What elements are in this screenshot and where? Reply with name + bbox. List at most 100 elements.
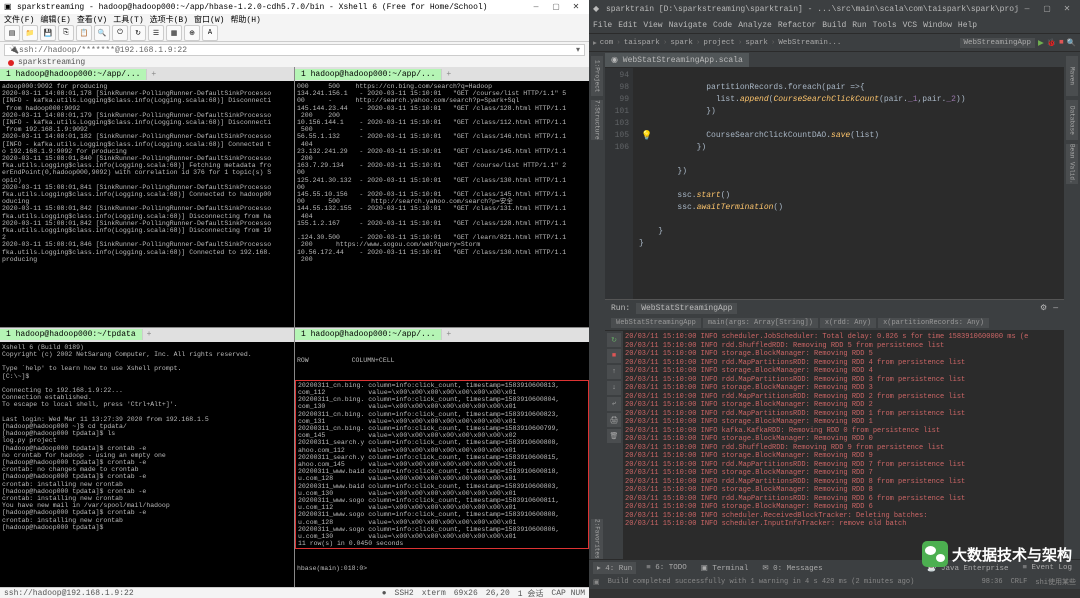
structure-tool[interactable]: 7:Structure xyxy=(591,100,603,140)
idea-titlebar[interactable]: ◆ sparktrain [D:\sparkstreaming\sparktra… xyxy=(589,0,1080,18)
menu-view[interactable]: 查看(V) xyxy=(77,14,107,25)
menu-refactor[interactable]: Refactor xyxy=(778,21,816,30)
crumb-project[interactable]: project xyxy=(703,39,735,47)
add-tab-icon[interactable]: + xyxy=(442,70,455,79)
editor-tab[interactable]: ◉ WebStatStreamingApp.scala xyxy=(605,53,749,67)
menu-help[interactable]: 帮助(H) xyxy=(230,14,260,25)
minimize-button[interactable]: — xyxy=(1018,2,1036,16)
terminal-output[interactable]: ROW COLUMN+CELL 20200311_cn.bing. column… xyxy=(295,342,589,588)
menu-help[interactable]: Help xyxy=(958,21,977,30)
code-content[interactable]: partitionRecords.foreach(pair =>{ list.a… xyxy=(633,68,1064,299)
settings-icon[interactable]: ⚙ xyxy=(1040,303,1047,313)
search-all-icon[interactable]: 🔍 xyxy=(1067,38,1076,48)
intention-bulb-icon[interactable]: 💡 xyxy=(641,130,652,142)
print-icon[interactable]: 🖨 xyxy=(607,413,621,427)
status-pos[interactable]: 98:36 xyxy=(982,578,1003,586)
bean-validation-tool[interactable]: Bean Valid. xyxy=(1066,144,1078,184)
maximize-button[interactable]: ▢ xyxy=(547,0,565,14)
menu-file[interactable]: File xyxy=(593,21,612,30)
save-icon[interactable]: 💾 xyxy=(40,25,56,41)
run-app[interactable]: WebStatStreamingApp xyxy=(636,303,737,314)
frame-tab[interactable]: x(rdd: Any) xyxy=(820,318,876,328)
copy-icon[interactable]: ⎘ xyxy=(58,25,74,41)
menu-tools[interactable]: Tools xyxy=(873,21,897,30)
terminal-output[interactable]: Xshell 6 (Build 0189) Copyright (c) 2002… xyxy=(0,342,294,588)
tab-session[interactable]: 1 hadoop@hadoop000:~/app/... xyxy=(295,69,442,80)
frame-tab[interactable]: WebStatStreamingApp xyxy=(611,318,701,328)
zoom-icon[interactable]: ⊕ xyxy=(184,25,200,41)
menu-window[interactable]: Window xyxy=(923,21,952,30)
stop-icon[interactable]: ■ xyxy=(1059,39,1064,47)
terminal-output[interactable]: adoop000:9092 for producing 2020-03-11 1… xyxy=(0,81,294,327)
props-icon[interactable]: ☰ xyxy=(148,25,164,41)
layout-icon[interactable]: ▦ xyxy=(166,25,182,41)
open-icon[interactable]: 📁 xyxy=(22,25,38,41)
menu-run[interactable]: Run xyxy=(852,21,866,30)
menu-edit[interactable]: Edit xyxy=(618,21,637,30)
tab-session[interactable]: 1 hadoop@hadoop000:~/tpdata xyxy=(0,329,143,340)
favorites-tool[interactable]: 2:Favorites xyxy=(591,519,603,559)
crumb-file[interactable]: WebStreamin... xyxy=(778,39,841,47)
maximize-button[interactable]: ▢ xyxy=(1038,2,1056,16)
terminal-output[interactable]: 000 500 https://cn.bing.com/search?q=Had… xyxy=(295,81,589,327)
status-icon[interactable]: ▣ xyxy=(593,578,600,587)
close-button[interactable]: ✕ xyxy=(1058,2,1076,16)
run-output: ↻ ■ ↑ ↓ ⤶ 🖨 🗑 20/03/11 15:10:00 INFO sch… xyxy=(605,331,1064,559)
add-tab-icon[interactable]: + xyxy=(442,330,455,339)
up-icon[interactable]: ↑ xyxy=(607,365,621,379)
debug-icon[interactable]: 🐞 xyxy=(1047,38,1056,48)
status-charset[interactable]: shi使用某些 xyxy=(1035,577,1076,587)
run-icon[interactable]: ▶ xyxy=(1038,38,1044,48)
frame-tab[interactable]: main(args: Array[String]) xyxy=(703,318,818,328)
menu-navigate[interactable]: Navigate xyxy=(669,21,707,30)
frame-tab[interactable]: x(partitionRecords: Any) xyxy=(878,318,989,328)
menu-vcs[interactable]: VCS xyxy=(903,21,917,30)
tab-session[interactable]: 1 hadoop@hadoop000:~/app/... xyxy=(295,329,442,340)
menu-file[interactable]: 文件(F) xyxy=(4,14,34,25)
xshell-titlebar[interactable]: ▣ sparkstreaming - hadoop@hadoop000:~/ap… xyxy=(0,0,589,14)
menu-build[interactable]: Build xyxy=(822,21,846,30)
menu-tools[interactable]: 工具(T) xyxy=(113,14,143,25)
menu-window[interactable]: 窗口(W) xyxy=(194,14,224,25)
status-crlf[interactable]: CRLF xyxy=(1011,578,1028,586)
minimize-button[interactable]: — xyxy=(527,0,545,14)
search-icon[interactable]: 🔍 xyxy=(94,25,110,41)
rerun-icon[interactable]: ↻ xyxy=(607,333,621,347)
close-button[interactable]: ✕ xyxy=(567,0,585,14)
crumb-com[interactable]: com xyxy=(600,39,614,47)
add-tab-icon[interactable]: + xyxy=(143,330,156,339)
maven-tool[interactable]: Maven xyxy=(1066,56,1078,96)
database-tool[interactable]: Database xyxy=(1066,100,1078,140)
font-icon[interactable]: A xyxy=(202,25,218,41)
foot-messages[interactable]: ✉ 0: Messages xyxy=(758,562,826,574)
down-icon[interactable]: ↓ xyxy=(607,381,621,395)
stop-icon[interactable]: ■ xyxy=(607,349,621,363)
new-icon[interactable]: ▤ xyxy=(4,25,20,41)
menu-tabs[interactable]: 选项卡(B) xyxy=(150,14,188,25)
paste-icon[interactable]: 📋 xyxy=(76,25,92,41)
foot-run[interactable]: ▸ 4: Run xyxy=(593,562,636,574)
foot-terminal[interactable]: ▣ Terminal xyxy=(697,562,753,574)
hbase-prompt[interactable]: hbase(main):018:0> xyxy=(295,564,589,573)
add-tab-icon[interactable]: + xyxy=(147,70,160,79)
run-config[interactable]: WebStreamingApp xyxy=(960,38,1036,48)
menu-view[interactable]: View xyxy=(643,21,662,30)
hide-icon[interactable]: — xyxy=(1053,304,1058,313)
disconnect-icon[interactable]: ⏻ xyxy=(112,25,128,41)
project-tool[interactable]: 1:Project xyxy=(591,56,603,96)
address-bar[interactable]: 🔌 ssh://hadoop/*******@192.168.1.9:22 ▾ xyxy=(4,44,585,56)
reconnect-icon[interactable]: ↻ xyxy=(130,25,146,41)
wrap-icon[interactable]: ⤶ xyxy=(607,397,621,411)
crumb-taispark[interactable]: taispark xyxy=(624,39,660,47)
code-editor[interactable]: 94 98 99 101 103 105 106 partitionRecord… xyxy=(605,68,1064,299)
menu-code[interactable]: Code xyxy=(713,21,732,30)
crumb-spark[interactable]: spark xyxy=(670,39,693,47)
tab-session[interactable]: 1 hadoop@hadoop000:~/app/... xyxy=(0,69,147,80)
foot-todo[interactable]: ≡ 6: TODO xyxy=(642,563,691,573)
menu-edit[interactable]: 编辑(E) xyxy=(40,14,70,25)
dropdown-icon[interactable]: ▾ xyxy=(576,45,580,55)
menu-analyze[interactable]: Analyze xyxy=(738,21,772,30)
run-log[interactable]: 20/03/11 15:10:00 INFO scheduler.JobSche… xyxy=(623,331,1064,559)
clear-icon[interactable]: 🗑 xyxy=(607,429,621,443)
crumb-spark2[interactable]: spark xyxy=(745,39,768,47)
